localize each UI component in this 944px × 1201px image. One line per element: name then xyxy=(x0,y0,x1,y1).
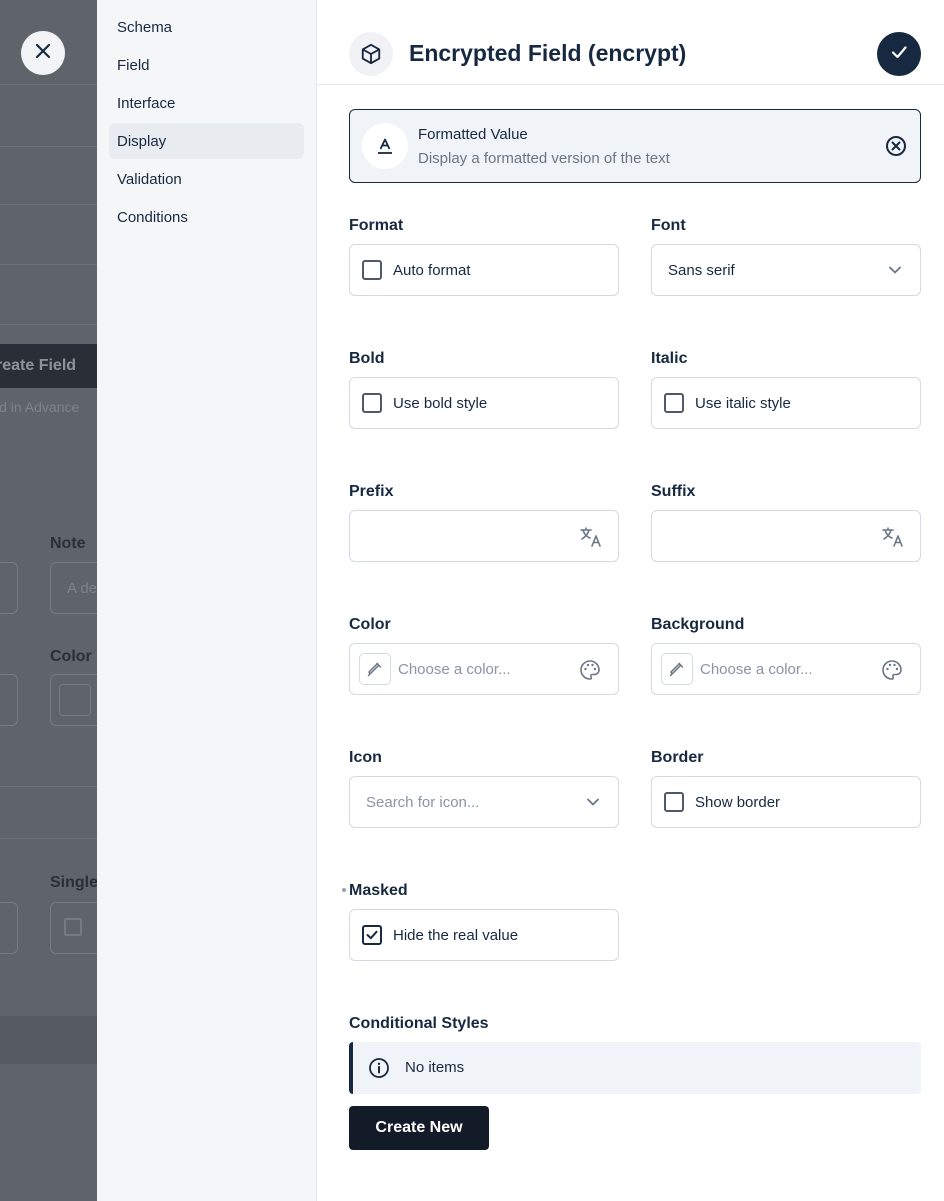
background-color-picker[interactable]: Choose a color... xyxy=(651,643,921,695)
box-icon xyxy=(349,32,393,76)
info-icon xyxy=(368,1057,390,1084)
bg-create-field-button: reate Field xyxy=(0,344,97,388)
color-picker[interactable]: Choose a color... xyxy=(349,643,619,695)
border-checkbox[interactable]: Show border xyxy=(651,776,921,828)
nav-item-display[interactable]: Display xyxy=(109,123,304,159)
bg-note-label: Note xyxy=(50,535,86,552)
chevron-down-icon xyxy=(586,795,600,814)
pipette-icon[interactable] xyxy=(661,653,693,685)
bg-divider xyxy=(0,786,97,787)
format-label: Format xyxy=(349,217,404,234)
close-drawer-button[interactable] xyxy=(21,31,65,75)
bg-divider xyxy=(0,264,97,265)
italic-label: Italic xyxy=(651,350,688,367)
bg-single-label: Single xyxy=(50,874,97,891)
text-format-icon xyxy=(362,123,408,169)
masked-checkbox[interactable]: Hide the real value xyxy=(349,909,619,961)
create-new-button[interactable]: Create New xyxy=(349,1106,489,1150)
font-select[interactable]: Sans serif xyxy=(651,244,921,296)
display-description: Display a formatted version of the text xyxy=(418,150,670,167)
nav-item-field[interactable]: Field xyxy=(109,47,304,83)
bg-divider xyxy=(0,838,97,839)
bg-checkbox xyxy=(64,918,82,936)
clear-display-icon[interactable] xyxy=(885,135,907,157)
checkbox-unchecked-icon xyxy=(362,260,382,280)
nav-item-validation[interactable]: Validation xyxy=(109,161,304,197)
font-value: Sans serif xyxy=(668,262,735,279)
color-label: Color xyxy=(349,616,391,633)
pipette-icon[interactable] xyxy=(359,653,391,685)
border-label: Border xyxy=(651,749,704,766)
bg-pipette-icon xyxy=(59,684,91,716)
translate-icon[interactable] xyxy=(881,525,905,554)
bold-text: Use bold style xyxy=(393,394,488,412)
bg-color-label: Color xyxy=(50,648,92,665)
no-items-text: No items xyxy=(405,1059,465,1076)
page-title: Encrypted Field (encrypt) xyxy=(409,40,687,66)
suffix-input[interactable] xyxy=(651,510,921,562)
masked-text: Hide the real value xyxy=(393,926,519,944)
italic-text: Use italic style xyxy=(695,394,791,412)
bold-label: Bold xyxy=(349,350,385,367)
bg-divider xyxy=(0,204,97,205)
checkbox-unchecked-icon xyxy=(362,393,382,413)
modified-indicator xyxy=(342,888,346,892)
icon-select[interactable]: Search for icon... xyxy=(349,776,619,828)
icon-label: Icon xyxy=(349,749,382,766)
bg-input xyxy=(0,902,18,954)
bg-note-placeholder: A de xyxy=(67,580,97,597)
panel-header: Encrypted Field (encrypt) xyxy=(317,0,944,85)
close-icon xyxy=(34,42,52,65)
auto-format-checkbox[interactable]: Auto format xyxy=(349,244,619,296)
display-settings-panel: Encrypted Field (encrypt) Formatted Valu… xyxy=(317,0,944,1201)
display-title: Formatted Value xyxy=(418,126,528,143)
prefix-input[interactable] xyxy=(349,510,619,562)
masked-label: Masked xyxy=(349,882,408,899)
no-items-notice: No items xyxy=(349,1042,921,1094)
bold-checkbox[interactable]: Use bold style xyxy=(349,377,619,429)
auto-format-text: Auto format xyxy=(393,261,471,279)
italic-checkbox[interactable]: Use italic style xyxy=(651,377,921,429)
icon-placeholder: Search for icon... xyxy=(366,794,480,811)
suffix-label: Suffix xyxy=(651,483,696,500)
background-label: Background xyxy=(651,616,745,633)
bg-input xyxy=(0,562,18,614)
prefix-label: Prefix xyxy=(349,483,394,500)
checkbox-checked-icon xyxy=(362,925,382,945)
nav-item-interface[interactable]: Interface xyxy=(109,85,304,121)
bg-divider xyxy=(0,324,97,325)
chevron-down-icon xyxy=(888,263,902,282)
bg-divider xyxy=(0,84,97,85)
background-page: reate Field ld in Advance Note A de Colo… xyxy=(0,0,97,1201)
field-settings-nav: Schema Field Interface Display Validatio… xyxy=(97,0,317,1201)
palette-icon[interactable] xyxy=(579,659,601,686)
border-text: Show border xyxy=(695,793,781,811)
checkbox-unchecked-icon xyxy=(664,393,684,413)
bg-input xyxy=(0,674,18,726)
check-icon xyxy=(889,42,909,67)
background-placeholder: Choose a color... xyxy=(700,661,813,678)
nav-item-conditions[interactable]: Conditions xyxy=(109,199,304,235)
checkbox-unchecked-icon xyxy=(664,792,684,812)
bg-footer-band xyxy=(0,1016,97,1064)
font-label: Font xyxy=(651,217,686,234)
bg-divider xyxy=(0,146,97,147)
color-placeholder: Choose a color... xyxy=(398,661,511,678)
bg-advanced-text: ld in Advance xyxy=(0,399,80,415)
conditional-styles-label: Conditional Styles xyxy=(349,1015,489,1032)
selected-display-card[interactable]: Formatted Value Display a formatted vers… xyxy=(349,109,921,183)
save-button[interactable] xyxy=(877,32,921,76)
nav-item-schema[interactable]: Schema xyxy=(109,9,304,45)
palette-icon[interactable] xyxy=(881,659,903,686)
translate-icon[interactable] xyxy=(579,525,603,554)
